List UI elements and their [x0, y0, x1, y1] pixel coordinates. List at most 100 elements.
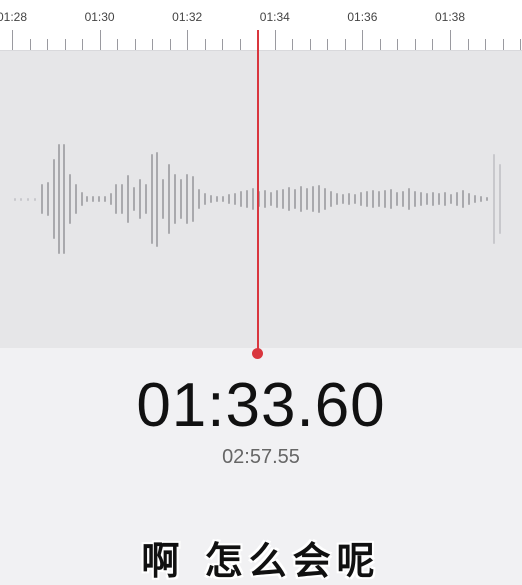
waveform-bar — [47, 182, 49, 216]
waveform-bar — [53, 159, 55, 239]
waveform-bar — [282, 189, 284, 209]
timeline-minor-tick — [64, 39, 66, 50]
waveform-bar — [192, 176, 194, 222]
waveform-bar — [402, 191, 404, 207]
timeline-minor-tick — [397, 39, 399, 50]
waveform-bar — [186, 174, 188, 224]
waveform-bar — [174, 174, 176, 224]
waveform-bar — [342, 194, 344, 204]
waveform-bar — [264, 190, 266, 208]
video-caption: 啊 怎么会呢 — [141, 539, 381, 583]
waveform-bar — [486, 197, 488, 201]
waveform-bar — [378, 191, 380, 207]
waveform-bar — [69, 174, 71, 224]
timeline-tick-label: 01:38 — [434, 10, 466, 24]
timeline-minor-tick — [134, 39, 136, 50]
waveform-bar — [104, 196, 106, 202]
waveform-bar — [420, 192, 422, 206]
waveform-bar — [234, 193, 236, 205]
waveform-bar — [98, 196, 100, 202]
waveform-bar — [414, 191, 416, 207]
waveform-bar — [228, 194, 230, 204]
waveform-bar — [499, 164, 501, 234]
timeline-ruler[interactable]: 01:28 01:30 01:32 01:34 01:36 01:38 — [0, 0, 522, 51]
timeline-major-tick — [274, 30, 276, 50]
waveform-bar — [27, 197, 29, 201]
waveform-bar — [20, 197, 22, 201]
waveform-bar — [456, 192, 458, 206]
waveform-bar — [306, 188, 308, 210]
timeline-minor-tick — [117, 39, 119, 50]
waveform-bar — [81, 192, 83, 206]
waveform-bar — [162, 179, 164, 219]
waveform-bar — [115, 184, 117, 214]
waveform-bar — [168, 164, 170, 234]
timeline-minor-tick — [432, 39, 434, 50]
waveform-bar — [294, 189, 296, 209]
waveform-bar — [246, 190, 248, 208]
waveform-bar — [145, 184, 147, 214]
timeline-major-tick — [99, 30, 101, 50]
waveform-bar — [270, 192, 272, 206]
total-duration: 02:57.55 — [222, 446, 300, 468]
timeline-minor-tick — [467, 39, 469, 50]
waveform-bar — [318, 185, 320, 213]
waveform-bar — [156, 151, 158, 247]
timeline-minor-tick — [414, 39, 416, 50]
waveform-bar — [324, 188, 326, 210]
waveform-bar — [198, 189, 200, 209]
timeline-tick-label: 01:36 — [347, 10, 378, 24]
timeline-minor-tick — [344, 39, 346, 50]
timeline-minor-tick — [292, 39, 294, 50]
timeline-tick-label: 01:32 — [172, 10, 203, 24]
waveform-bar — [462, 190, 464, 208]
waveform-bar — [34, 197, 36, 201]
timeline-minor-tick — [520, 39, 522, 50]
timeline-minor-tick — [309, 39, 311, 50]
waveform-bar — [438, 193, 440, 205]
timeline-minor-tick — [152, 39, 154, 50]
waveform-bar — [92, 196, 94, 202]
waveform-bar — [240, 191, 242, 207]
timeline-minor-tick — [204, 39, 206, 50]
waveform-bar — [75, 184, 77, 214]
waveform-area[interactable] — [0, 51, 522, 348]
waveform-bar — [493, 154, 495, 244]
waveform-bar — [133, 187, 135, 211]
waveform-bar — [276, 190, 278, 208]
waveform-bar — [336, 193, 338, 205]
timeline-minor-tick — [327, 39, 329, 50]
waveform-bar — [139, 179, 141, 219]
waveform-bar — [63, 144, 65, 254]
waveform-bar — [216, 196, 218, 202]
waveform-bar — [474, 195, 476, 203]
waveform-bar — [110, 193, 112, 205]
waveform-bar — [204, 193, 206, 205]
waveform-bar — [14, 197, 16, 201]
waveform-bar — [384, 190, 386, 208]
timeline-tick-label: 01:34 — [259, 10, 290, 24]
waveform-bar — [450, 194, 452, 204]
waveform-bar — [151, 154, 153, 244]
waveform-bar — [41, 184, 43, 214]
timeline-minor-tick — [485, 39, 487, 50]
playhead-handle[interactable] — [252, 348, 263, 359]
waveform-bar — [468, 193, 470, 205]
timeline-minor-tick — [379, 39, 381, 50]
timeline-tick-label: 01:30 — [84, 10, 115, 24]
waveform-bar — [222, 196, 224, 202]
waveform-bar — [288, 187, 290, 211]
waveform-bar — [432, 192, 434, 206]
waveform-bar — [86, 196, 88, 202]
waveform-bar — [252, 188, 254, 210]
waveform-bar — [121, 184, 123, 214]
playhead-line[interactable] — [257, 30, 259, 354]
waveform-bar — [312, 186, 314, 212]
timeline-minor-tick — [29, 39, 31, 50]
timeline-minor-tick — [222, 39, 224, 50]
timeline-major-tick — [362, 30, 364, 50]
waveform-bar — [408, 188, 410, 210]
timeline-major-tick — [187, 30, 189, 50]
waveform-bar — [366, 191, 368, 207]
waveform-bar — [348, 193, 350, 205]
